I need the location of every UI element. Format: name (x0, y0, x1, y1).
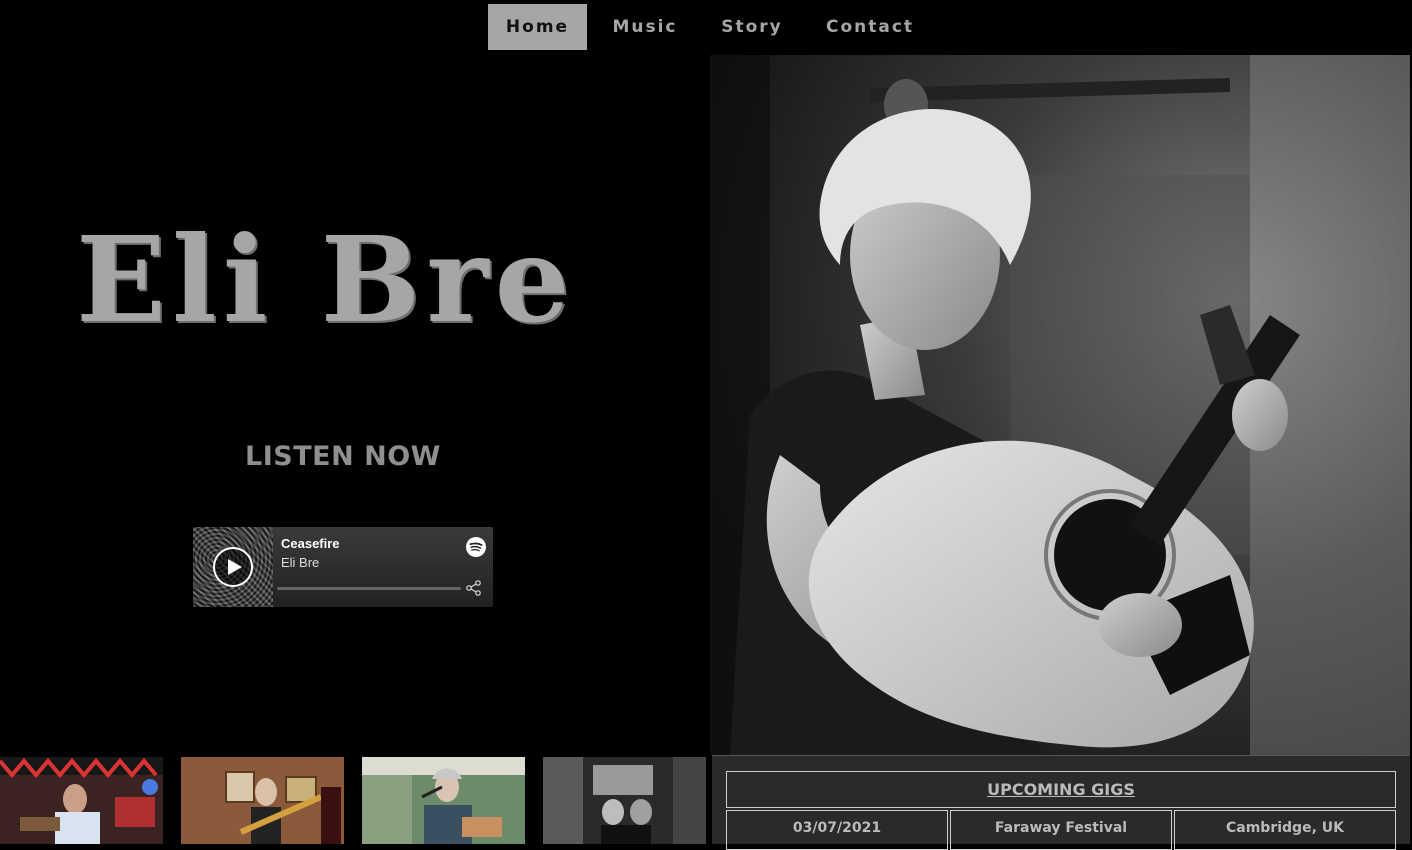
nav-music[interactable]: Music (600, 4, 690, 50)
hero-left-panel: Eli Bre LISTEN NOW Ceasefire Eli Bre (0, 55, 710, 755)
track-artist[interactable]: Eli Bre (281, 555, 319, 570)
upcoming-gigs-title[interactable]: UPCOMING GIGS (726, 771, 1396, 808)
upcoming-gigs-panel: UPCOMING GIGS 03/07/2021 Faraway Festiva… (712, 755, 1410, 850)
gig-location: Cambridge, UK (1174, 810, 1396, 850)
gig-photo-thumbnail[interactable] (543, 757, 706, 844)
nav-story[interactable]: Story (707, 4, 797, 50)
play-icon[interactable] (213, 547, 253, 587)
gig-photo-thumbnail[interactable] (0, 757, 163, 844)
nav-home[interactable]: Home (488, 4, 587, 50)
track-title[interactable]: Ceasefire (281, 536, 340, 551)
nav-contact[interactable]: Contact (815, 4, 925, 50)
photo-thumbnail-strip (0, 755, 710, 844)
guitarist-photo-illustration (710, 55, 1410, 755)
artist-logo: Eli Bre (76, 210, 576, 349)
spotify-icon[interactable] (466, 537, 486, 557)
gig-photo-thumbnail[interactable] (181, 757, 344, 844)
top-nav: Home Music Story Contact (0, 0, 1412, 55)
gig-date: 03/07/2021 (726, 810, 948, 850)
spotify-embed-player[interactable]: Ceasefire Eli Bre (193, 527, 493, 607)
progress-bar[interactable] (277, 587, 461, 590)
hero-photo (710, 55, 1410, 755)
listen-now-heading: LISTEN NOW (245, 441, 441, 472)
share-icon[interactable] (465, 579, 483, 597)
gig-photo-thumbnail[interactable] (362, 757, 525, 844)
gig-event: Faraway Festival (950, 810, 1172, 850)
